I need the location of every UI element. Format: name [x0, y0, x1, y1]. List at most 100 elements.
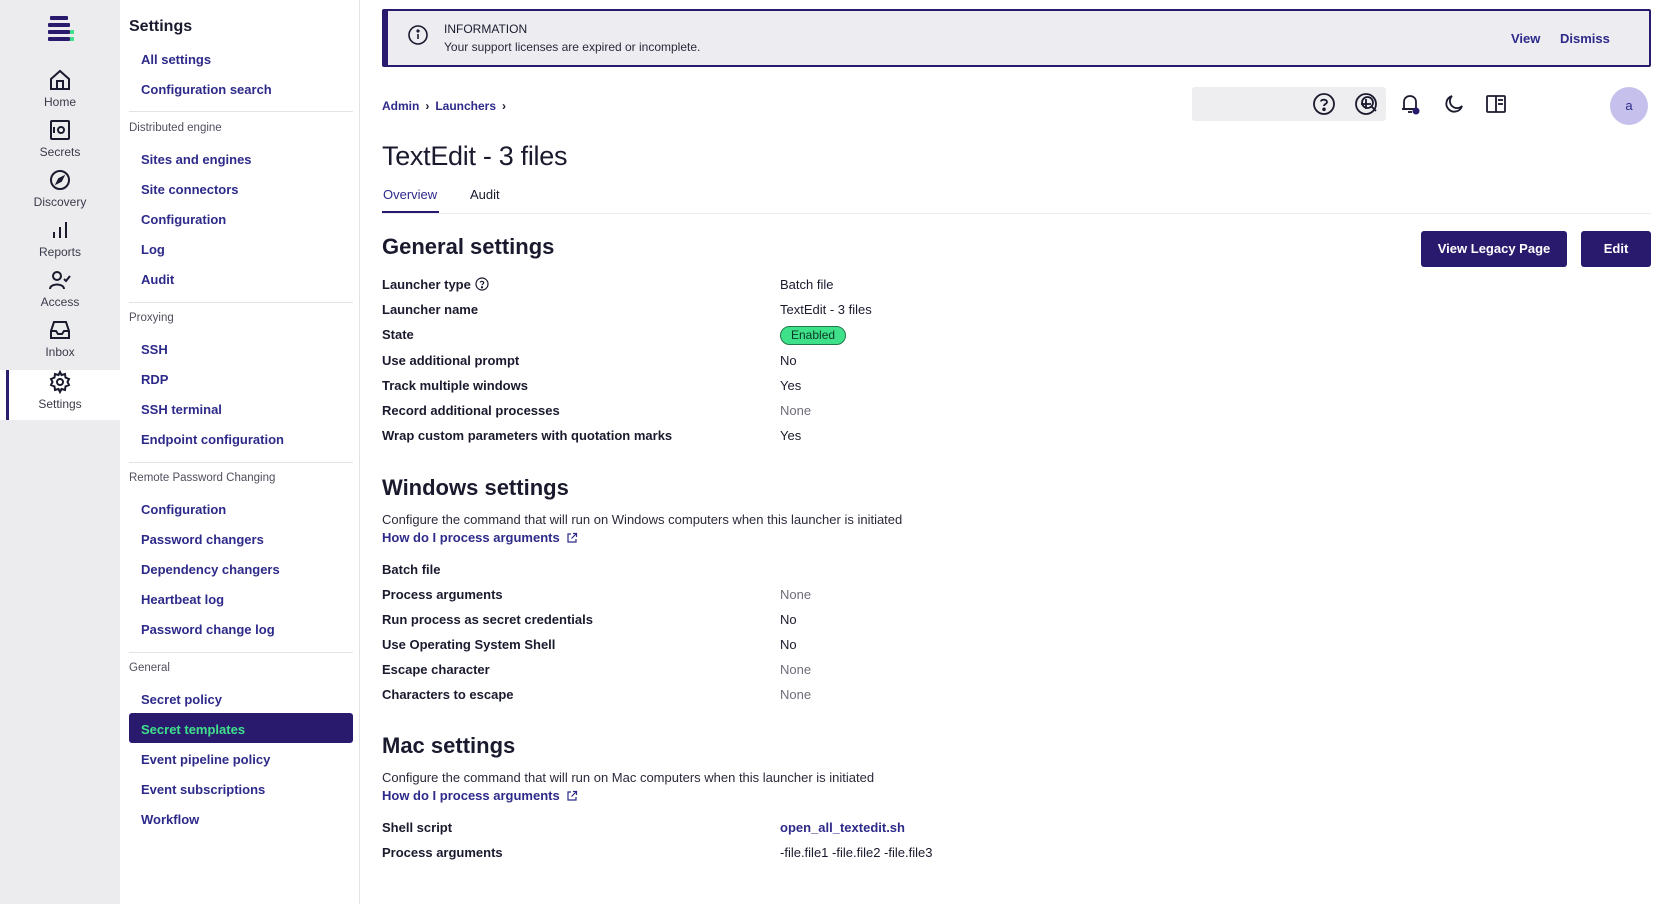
- add-circle-icon[interactable]: [1354, 92, 1378, 116]
- rail-item-settings[interactable]: Settings: [0, 370, 120, 420]
- rail-item-inbox[interactable]: Inbox: [0, 318, 120, 368]
- additional-prompt-label: Use additional prompt: [382, 353, 520, 368]
- rail-label: Settings: [38, 397, 82, 411]
- rail-item-discovery[interactable]: Discovery: [0, 168, 120, 218]
- moon-icon[interactable]: [1442, 92, 1466, 116]
- inbox-icon: [50, 321, 70, 339]
- tabs-divider: [382, 213, 1651, 214]
- main-content: INFORMATION Your support licenses are ex…: [360, 0, 1674, 904]
- nav-section-title: Remote Password Changing: [129, 472, 276, 484]
- external-link-icon: [567, 790, 577, 801]
- view-legacy-page-button[interactable]: View Legacy Page: [1421, 231, 1567, 267]
- nav-section-title: Proxying: [129, 312, 174, 324]
- launcher-type-label: Launcher type: [382, 277, 471, 292]
- process-arguments-value: None: [780, 587, 812, 602]
- help-icon[interactable]: [1312, 92, 1336, 116]
- banner-view-button[interactable]: View: [1511, 31, 1540, 46]
- external-link-icon: [567, 532, 577, 543]
- nav-event-subscriptions[interactable]: Event subscriptions: [141, 782, 265, 797]
- nav-ssh-terminal[interactable]: SSH terminal: [141, 402, 222, 417]
- escape-character-value: None: [780, 662, 812, 677]
- state-label: State: [382, 327, 414, 342]
- process-arguments-label: Process arguments: [382, 587, 503, 602]
- rail-item-home[interactable]: Home: [0, 68, 120, 118]
- windows-help-link[interactable]: How do I process arguments: [382, 530, 578, 545]
- nav-rdp[interactable]: RDP: [141, 372, 168, 387]
- logo-icon[interactable]: [46, 16, 74, 46]
- rail-item-access[interactable]: Access: [0, 268, 120, 318]
- nav-divider: [129, 111, 353, 112]
- breadcrumb-launchers[interactable]: Launchers: [435, 99, 496, 113]
- batch-file-label: Batch file: [382, 562, 441, 577]
- shell-script-link[interactable]: open_all_textedit.sh: [780, 820, 905, 835]
- nav-rpc-configuration[interactable]: Configuration: [141, 502, 226, 517]
- rail-label: Secrets: [39, 145, 81, 159]
- breadcrumb-admin[interactable]: Admin: [382, 99, 419, 113]
- field-label: Launcher type: [382, 277, 489, 292]
- nav-ssh[interactable]: SSH: [141, 342, 168, 357]
- sidenav-title: Settings: [129, 18, 193, 35]
- page-title: TextEdit - 3 files: [382, 141, 568, 171]
- bell-icon[interactable]: [1398, 92, 1422, 116]
- mac-help-link[interactable]: How do I process arguments: [382, 788, 578, 803]
- nav-password-change-log[interactable]: Password change log: [141, 622, 275, 637]
- nav-divider: [129, 652, 353, 653]
- run-as-secret-label: Run process as secret credentials: [382, 612, 593, 627]
- track-windows-value: Yes: [780, 378, 802, 393]
- nav-dependency-changers[interactable]: Dependency changers: [141, 562, 280, 577]
- nav-heartbeat-log[interactable]: Heartbeat log: [141, 592, 224, 607]
- nav-de-configuration[interactable]: Configuration: [141, 212, 226, 227]
- rail-item-secrets[interactable]: Secrets: [0, 118, 120, 168]
- panel-layout-icon[interactable]: [1484, 92, 1508, 116]
- nav-configuration-search[interactable]: Configuration search: [141, 82, 272, 97]
- mac-settings-heading: Mac settings: [382, 733, 516, 758]
- mac-process-arguments-label: Process arguments: [382, 845, 503, 860]
- safe-icon: [50, 120, 70, 140]
- windows-settings-heading: Windows settings: [382, 475, 569, 500]
- chevron-right-icon: ›: [502, 99, 507, 113]
- tab-audit[interactable]: Audit: [470, 187, 500, 202]
- nav-site-connectors[interactable]: Site connectors: [141, 182, 239, 197]
- mac-help-link-text: How do I process arguments: [382, 788, 560, 803]
- nav-secret-templates[interactable]: Secret templates: [141, 722, 245, 737]
- characters-to-escape-label: Characters to escape: [382, 687, 514, 702]
- windows-help-link-text: How do I process arguments: [382, 530, 560, 545]
- breadcrumb: Admin › Launchers ›: [382, 99, 506, 113]
- rail-item-reports[interactable]: Reports: [0, 218, 120, 268]
- run-as-secret-value: No: [780, 612, 797, 627]
- bar-chart-icon: [53, 222, 67, 238]
- nav-secret-policy[interactable]: Secret policy: [141, 692, 222, 707]
- nav-sites-and-engines[interactable]: Sites and engines: [141, 152, 252, 167]
- rail-label: Access: [40, 295, 80, 309]
- nav-password-changers[interactable]: Password changers: [141, 532, 264, 547]
- banner-text: Your support licenses are expired or inc…: [444, 40, 701, 54]
- edit-button[interactable]: Edit: [1581, 231, 1651, 267]
- help-icon[interactable]: [475, 277, 489, 291]
- launcher-name-label: Launcher name: [382, 302, 479, 317]
- record-processes-label: Record additional processes: [382, 403, 560, 418]
- chevron-right-icon: ›: [425, 99, 430, 113]
- nav-log[interactable]: Log: [141, 242, 165, 257]
- nav-divider: [129, 462, 353, 463]
- additional-prompt-value: No: [780, 353, 797, 368]
- rail-label: Discovery: [33, 195, 87, 209]
- mac-description: Configure the command that will run on M…: [382, 770, 875, 785]
- nav-workflow[interactable]: Workflow: [141, 812, 199, 827]
- banner-title: INFORMATION: [444, 22, 528, 36]
- record-processes-value: None: [780, 403, 812, 418]
- nav-event-pipeline-policy[interactable]: Event pipeline policy: [141, 752, 270, 767]
- nav-audit[interactable]: Audit: [141, 272, 174, 287]
- nav-endpoint-configuration[interactable]: Endpoint configuration: [141, 432, 284, 447]
- rail-label: Reports: [38, 245, 82, 259]
- windows-description: Configure the command that will run on W…: [382, 512, 903, 527]
- tab-overview[interactable]: Overview: [381, 187, 440, 214]
- os-shell-value: No: [780, 637, 797, 652]
- rail-label: Inbox: [45, 345, 75, 359]
- compass-icon: [50, 170, 70, 190]
- launcher-name-value: TextEdit - 3 files: [780, 302, 872, 317]
- avatar[interactable]: a: [1610, 87, 1648, 125]
- rail-label: Home: [43, 95, 76, 109]
- banner-dismiss-button[interactable]: Dismiss: [1560, 31, 1610, 46]
- track-windows-label: Track multiple windows: [382, 378, 528, 393]
- nav-all-settings[interactable]: All settings: [141, 52, 211, 67]
